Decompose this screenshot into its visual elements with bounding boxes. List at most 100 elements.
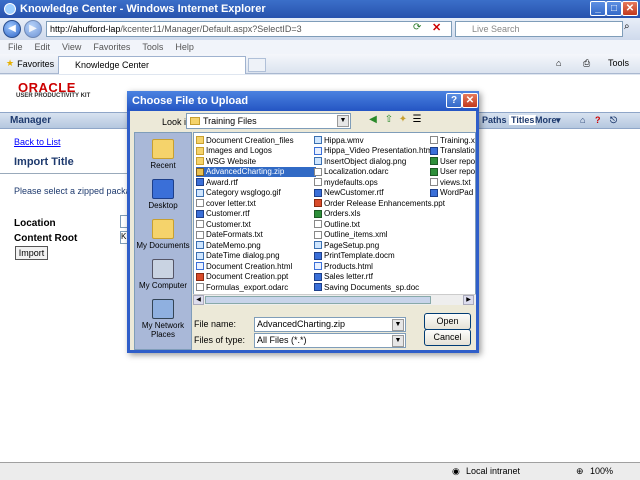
file-item[interactable]: User repo (430, 156, 476, 167)
page-title: Import Title (14, 156, 74, 168)
file-item[interactable]: Translation (430, 146, 475, 157)
file-item[interactable]: Outline_items.xml (314, 230, 434, 241)
file-item[interactable]: InsertObject dialog.png (314, 156, 434, 167)
file-item[interactable]: Category wsglogo.gif (196, 188, 316, 199)
place-my-computer[interactable]: My Computer (135, 259, 191, 290)
file-item[interactable]: cover letter.txt (196, 198, 316, 209)
place-my-network[interactable]: My Network Places (135, 299, 191, 339)
file-item[interactable]: Document Creation.html (196, 261, 316, 272)
file-item[interactable]: WSG Website (196, 156, 316, 167)
zoom-level[interactable]: 100% (590, 466, 613, 476)
file-icon (314, 188, 322, 197)
open-button[interactable]: Open (424, 313, 471, 330)
file-icon (314, 178, 322, 187)
scroll-thumb[interactable] (205, 296, 431, 304)
scroll-left-icon[interactable]: ◀ (193, 295, 204, 305)
new-tab-button[interactable] (248, 58, 266, 72)
file-item[interactable]: Order Release Enhancements.ppt (314, 198, 445, 209)
look-in-select[interactable]: Training Files ▼ (186, 113, 351, 129)
file-name-input[interactable]: AdvancedCharting.zip ▼ (254, 317, 406, 332)
place-recent[interactable]: Recent (135, 139, 191, 170)
dialog-close-button[interactable]: ✕ (462, 93, 478, 108)
refresh-icon[interactable]: ⟳ (413, 22, 421, 33)
help-icon[interactable]: ? (595, 115, 601, 125)
file-item-label: User repo (440, 156, 476, 166)
file-item[interactable]: Outline.txt (314, 219, 434, 230)
logout-icon[interactable]: ⎋ (610, 115, 617, 126)
file-item[interactable]: DateMemo.png (196, 240, 316, 251)
recent-icon (152, 139, 174, 159)
file-list[interactable]: Document Creation_files Images and Logos W… (193, 132, 476, 305)
file-item[interactable]: Sales letter.rtf (314, 272, 434, 283)
file-item[interactable]: Formulas_export.odarc (196, 282, 316, 293)
nav-titles[interactable]: Titles (509, 115, 537, 125)
menu-file[interactable]: File (8, 42, 23, 52)
search-input[interactable]: Live Search (455, 21, 623, 37)
file-item[interactable]: Award.rtf (196, 177, 316, 188)
file-item[interactable]: NewCustomer.rtf (314, 188, 434, 199)
menu-edit[interactable]: Edit (35, 42, 51, 52)
file-item-label: Award.rtf (206, 177, 238, 187)
forward-icon[interactable]: ▶ (24, 20, 42, 38)
file-item[interactable]: mydefaults.ops (314, 177, 434, 188)
chevron-down-icon[interactable]: ▼ (392, 319, 404, 331)
file-item[interactable]: Document Creation_files (196, 135, 316, 146)
place-desktop[interactable]: Desktop (135, 179, 191, 210)
home-icon[interactable]: ⌂ (580, 115, 585, 125)
file-item[interactable]: Localization.odarc (314, 167, 434, 178)
file-item-label: Products.html (324, 261, 373, 271)
up-folder-icon[interactable]: ⇧ (382, 113, 396, 127)
file-item[interactable]: Training.x (430, 135, 475, 146)
view-menu-icon[interactable]: ☰ (410, 113, 424, 127)
back-icon[interactable]: ◀ (366, 113, 380, 127)
zoom-icon[interactable]: ⊕ (576, 466, 584, 477)
nav-more[interactable]: More (535, 115, 557, 125)
file-type-select[interactable]: All Files (*.*) ▼ (254, 333, 406, 348)
back-to-list-link[interactable]: Back to List (14, 137, 61, 147)
dialog-help-button[interactable]: ? (446, 93, 462, 108)
new-folder-icon[interactable]: ✦ (396, 113, 410, 127)
horizontal-scrollbar[interactable]: ◀ ▶ (193, 294, 476, 305)
place-my-documents[interactable]: My Documents (135, 219, 191, 250)
file-item[interactable]: AdvancedCharting.zip (196, 166, 316, 177)
file-item[interactable]: Products.html (314, 261, 434, 272)
menu-view[interactable]: View (62, 42, 81, 52)
minimize-button[interactable]: _ (590, 1, 606, 16)
file-item[interactable]: Document Creation.ppt (196, 272, 316, 283)
file-item[interactable]: views.txt (430, 177, 475, 188)
print-icon[interactable]: ⎙ (583, 58, 590, 69)
file-item[interactable]: PrintTemplate.docm (314, 251, 434, 262)
address-bar[interactable]: http://ahufford-lap/kcenter11/Manager/De… (46, 21, 452, 37)
favorites-button[interactable]: Favorites (17, 59, 54, 69)
file-item[interactable]: Customer.txt (196, 219, 316, 230)
import-button[interactable]: Import (15, 246, 48, 260)
file-item[interactable]: WordPad (430, 188, 475, 199)
menu-tools[interactable]: Tools (142, 42, 163, 52)
browser-tab[interactable]: Knowledge Center (58, 56, 246, 74)
file-item[interactable]: PageSetup.png (314, 240, 434, 251)
file-item[interactable]: DateFormats.txt (196, 230, 316, 241)
file-item[interactable]: Orders.xls (314, 209, 434, 220)
file-item[interactable]: Hippa_Video Presentation.html (314, 146, 434, 157)
tools-menu[interactable]: Tools (608, 58, 629, 68)
file-item[interactable]: DateTime dialog.png (196, 251, 316, 262)
home-icon[interactable]: ⌂ (556, 58, 561, 68)
close-button[interactable]: ✕ (622, 1, 638, 16)
file-icon (314, 262, 322, 271)
file-item[interactable]: Images and Logos (196, 146, 316, 157)
file-item[interactable]: Hippa.wmv (314, 135, 434, 146)
search-icon[interactable]: ⌕ (624, 21, 630, 32)
file-item[interactable]: Saving Documents_sp.doc (314, 282, 434, 293)
menu-favorites[interactable]: Favorites (93, 42, 130, 52)
maximize-button[interactable]: □ (606, 1, 622, 16)
scroll-right-icon[interactable]: ▶ (463, 295, 474, 305)
file-item[interactable]: User repo (430, 167, 475, 178)
file-item[interactable]: Customer.rtf (196, 209, 316, 220)
more-dropdown-icon[interactable]: ▾ (556, 115, 561, 126)
cancel-button[interactable]: Cancel (424, 329, 471, 346)
chevron-down-icon[interactable]: ▼ (392, 335, 404, 347)
stop-icon[interactable]: ✕ (432, 21, 441, 34)
menu-help[interactable]: Help (175, 42, 194, 52)
nav-paths[interactable]: Paths (482, 115, 507, 125)
back-icon[interactable]: ◀ (3, 20, 21, 38)
